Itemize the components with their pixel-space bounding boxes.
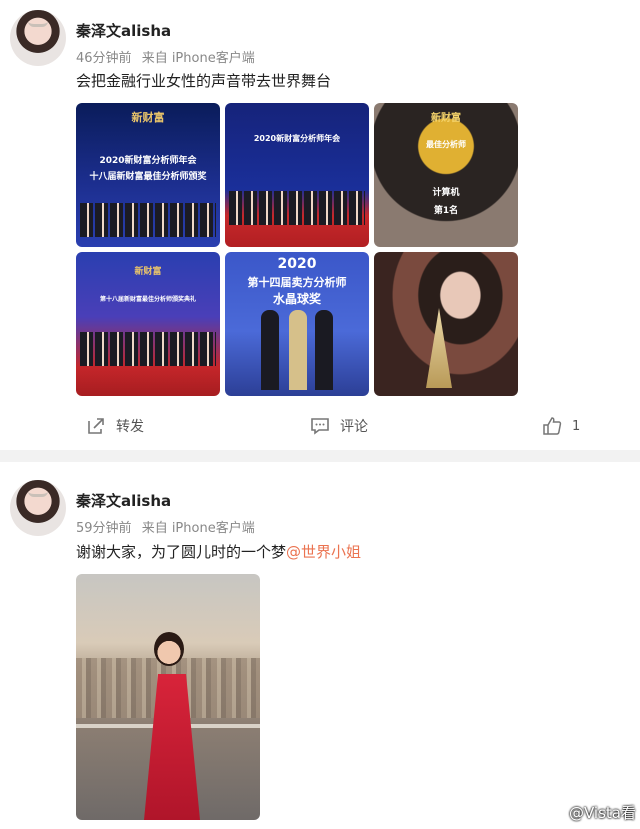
post-time[interactable]: 46分钟前 xyxy=(76,51,132,66)
post-meta: 46分钟前 来自 iPhone客户端 xyxy=(76,47,255,66)
photo-caption: 计算机 xyxy=(432,188,460,198)
woman-head xyxy=(154,632,184,666)
watermark: @Vista看 xyxy=(544,802,636,823)
photo-caption: 2020新财富分析师年会 xyxy=(253,134,341,143)
crowd xyxy=(80,203,216,237)
repost-label: 转发 xyxy=(116,419,144,435)
person xyxy=(315,310,333,390)
photo-caption: 2020新财富分析师年会 xyxy=(99,156,197,166)
photo-caption: 新财富 xyxy=(134,267,162,277)
post-source: 来自 iPhone客户端 xyxy=(141,51,255,66)
thumbs-up-icon xyxy=(543,417,562,435)
photo-single[interactable] xyxy=(76,574,260,820)
author-name[interactable]: 秦泽文alisha xyxy=(76,490,171,511)
post-source: 来自 iPhone客户端 xyxy=(141,521,255,536)
photo-3[interactable]: 新财富 最佳分析师 计算机 第1名 xyxy=(374,103,518,247)
trophy xyxy=(426,308,452,388)
crowd xyxy=(80,332,216,366)
photo-caption: 新财富 xyxy=(131,111,165,124)
action-bar: 转发 评论 1 xyxy=(0,406,640,446)
photo-caption: 第十八届新财富最佳分析师颁奖典礼 xyxy=(99,296,196,303)
share-icon xyxy=(88,418,104,434)
post-divider xyxy=(0,450,640,462)
post-time[interactable]: 59分钟前 xyxy=(76,521,132,536)
post-meta: 59分钟前 来自 iPhone客户端 xyxy=(76,517,255,536)
photo-caption: 第1名 xyxy=(433,206,459,216)
photo-5[interactable]: 2020 第十四届卖方分析师 水晶球奖 xyxy=(225,252,369,396)
post-text-body: 谢谢大家，为了圆儿时的一个梦 xyxy=(76,543,287,561)
watermark-text: @Vista看 xyxy=(569,804,636,822)
repost-button[interactable]: 转发 xyxy=(86,416,144,436)
photo-1[interactable]: 新财富 2020新财富分析师年会 十八届新财富最佳分析师颁奖 xyxy=(76,103,220,247)
photo-2[interactable]: 2020新财富分析师年会 xyxy=(225,103,369,247)
photo-4[interactable]: 新财富 第十八届新财富最佳分析师颁奖典礼 xyxy=(76,252,220,396)
comment-label: 评论 xyxy=(340,419,368,435)
weibo-logo-icon xyxy=(544,804,565,821)
comment-button[interactable]: 评论 xyxy=(310,416,368,436)
photo-caption: 第十四届卖方分析师 xyxy=(247,276,347,289)
crowd xyxy=(229,191,365,225)
like-button[interactable]: 1 xyxy=(542,416,580,436)
like-count: 1 xyxy=(572,418,581,434)
post-text: 会把金融行业女性的声音带去世界舞台 xyxy=(76,72,332,90)
avatar[interactable] xyxy=(10,480,66,536)
photo-6[interactable] xyxy=(374,252,518,396)
comment-icon xyxy=(311,418,329,435)
person xyxy=(289,310,307,390)
photo-caption: 新财富 xyxy=(431,113,461,124)
post-text: 谢谢大家，为了圆儿时的一个梦@世界小姐 xyxy=(76,541,361,562)
author-name[interactable]: 秦泽文alisha xyxy=(76,20,171,41)
photo-caption: 十八届新财富最佳分析师颁奖 xyxy=(89,172,207,182)
post-1: 秦泽文alisha 46分钟前 来自 iPhone客户端 会把金融行业女性的声音… xyxy=(0,0,640,450)
photo-caption: 2020 xyxy=(277,256,317,272)
mention-link[interactable]: @世界小姐 xyxy=(286,543,361,561)
avatar[interactable] xyxy=(10,10,66,66)
photo-caption: 水晶球奖 xyxy=(272,292,321,306)
photo-caption: 最佳分析师 xyxy=(426,140,466,149)
person xyxy=(261,310,279,390)
